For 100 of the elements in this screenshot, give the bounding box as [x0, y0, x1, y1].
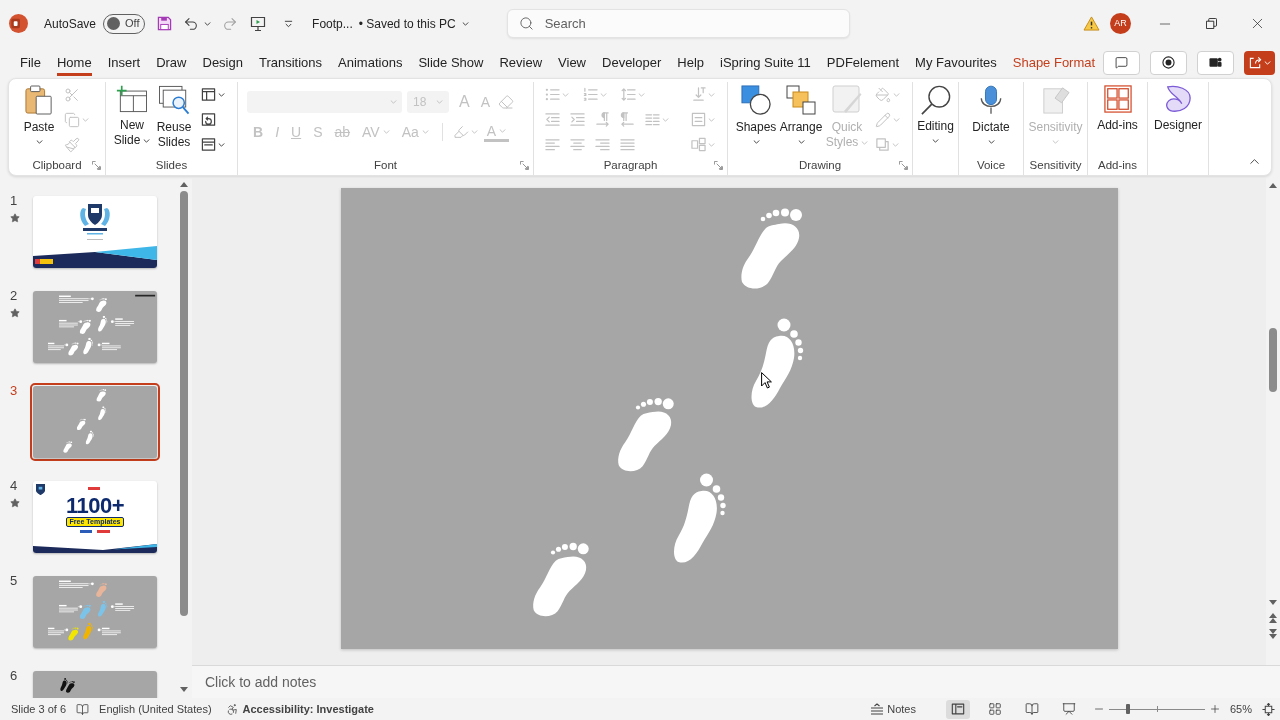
grid-icon: [987, 702, 1002, 716]
reuse-slides-button[interactable]: Reuse Slides: [153, 82, 195, 150]
share-button[interactable]: [1244, 50, 1276, 75]
shield-logo-icon: [36, 484, 45, 495]
user-avatar[interactable]: AR: [1110, 13, 1131, 34]
ribbon-tab[interactable]: Review: [499, 49, 543, 76]
caret-icon[interactable]: [987, 140, 995, 144]
previous-slide-icon[interactable]: [1269, 613, 1277, 623]
dictate-button[interactable]: Dictate: [968, 82, 1014, 144]
scroll-down-icon[interactable]: [1269, 600, 1277, 605]
caret-icon[interactable]: [204, 21, 212, 26]
dialog-launcher-icon[interactable]: [714, 161, 723, 170]
zoom-level[interactable]: 65%: [1229, 700, 1252, 718]
ribbon-tab[interactable]: Transitions: [258, 49, 323, 76]
editing-button[interactable]: Editing: [913, 82, 958, 143]
paste-button[interactable]: Paste: [19, 82, 59, 144]
restore-icon[interactable]: [1205, 18, 1217, 29]
search-icon: [920, 85, 951, 115]
designer-button[interactable]: Designer: [1151, 82, 1205, 133]
share-icon: [1248, 56, 1262, 69]
zoom-slider[interactable]: [1108, 703, 1205, 715]
fit-to-window-icon[interactable]: [1262, 702, 1275, 716]
ribbon-tab[interactable]: Slide Show: [418, 49, 484, 76]
ribbon-tab[interactable]: Draw: [156, 49, 187, 76]
layout-icon[interactable]: [201, 87, 216, 102]
present-in-teams-button[interactable]: [1197, 50, 1235, 75]
redo-icon[interactable]: [222, 15, 239, 32]
scroll-up-icon[interactable]: [1269, 183, 1277, 188]
dialog-launcher-icon[interactable]: [92, 161, 101, 170]
present-icon[interactable]: [250, 15, 267, 32]
slide-thumbnail[interactable]: [30, 573, 160, 651]
designer-icon: [1164, 85, 1192, 113]
warning-icon[interactable]: [1083, 16, 1100, 31]
save-icon[interactable]: [157, 16, 173, 31]
scroll-up-icon[interactable]: [180, 182, 188, 187]
dialog-launcher-icon[interactable]: [899, 161, 908, 170]
notes-icon: [870, 703, 885, 715]
scroll-down-icon[interactable]: [180, 687, 188, 692]
notes-button[interactable]: Notes: [866, 699, 920, 719]
reset-icon[interactable]: [201, 112, 216, 127]
customize-toolbar-icon[interactable]: [284, 19, 294, 28]
language[interactable]: English (United States): [99, 700, 212, 718]
ribbon-tab[interactable]: Animations: [338, 49, 403, 76]
slide-thumbnail[interactable]: [30, 288, 160, 366]
ribbon-tab[interactable]: Home: [56, 49, 92, 76]
reuse-slides-icon: [158, 85, 190, 115]
caret-icon[interactable]: [752, 140, 760, 144]
comments-button[interactable]: [1103, 50, 1141, 75]
dialog-launcher-icon[interactable]: [520, 161, 529, 170]
ribbon-tab[interactable]: Shape Format: [1012, 49, 1096, 76]
scrollbar-thumb[interactable]: [1269, 328, 1277, 392]
ribbon-tab[interactable]: View: [558, 49, 586, 76]
group-label: Font: [374, 157, 397, 173]
ribbon-tab[interactable]: File: [20, 49, 41, 76]
autosave-label: AutoSave: [44, 15, 97, 33]
document-name: Footp...: [312, 15, 353, 33]
comment-icon: [1115, 56, 1129, 69]
caret-icon[interactable]: [797, 140, 805, 144]
zoom-in-icon[interactable]: [1208, 703, 1221, 715]
ribbon-tab[interactable]: PDFelement: [826, 49, 900, 76]
slide-thumbnail[interactable]: [30, 383, 160, 461]
normal-view-button[interactable]: [945, 699, 970, 719]
sensitivity-label-icon: [1041, 85, 1070, 115]
caret-icon[interactable]: [218, 142, 225, 147]
search-icon: [518, 16, 534, 31]
ribbon-tab[interactable]: Insert: [107, 49, 141, 76]
caret-icon[interactable]: [932, 139, 939, 143]
app-logo-icon[interactable]: [9, 14, 28, 33]
record-button[interactable]: [1150, 50, 1188, 75]
arrange-button[interactable]: Arrange: [778, 82, 824, 144]
next-slide-icon[interactable]: [1269, 629, 1277, 639]
accessibility-status[interactable]: Accessibility: Investigate: [242, 700, 374, 718]
group-label: Sensitivity: [1029, 157, 1082, 173]
new-slide-button[interactable]: New Slide: [111, 82, 153, 148]
slide-number: 3: [10, 383, 19, 399]
ribbon-tab[interactable]: My Favourites: [915, 49, 997, 76]
spell-check-book-icon[interactable]: [76, 702, 90, 716]
shapes-button[interactable]: Shapes: [734, 82, 778, 144]
zoom-slider-thumb[interactable]: [1126, 704, 1131, 714]
ribbon-tab[interactable]: iSpring Suite 11: [720, 49, 811, 76]
search-field[interactable]: Search: [506, 9, 850, 38]
presentation-icon: [1061, 702, 1076, 716]
save-status: • Saved to this PC: [358, 15, 456, 33]
scrollbar-thumb[interactable]: [180, 191, 188, 616]
accessibility-icon[interactable]: [225, 702, 239, 716]
ribbon-tab[interactable]: Help: [677, 49, 705, 76]
caret-icon[interactable]: [461, 21, 469, 26]
slide-number: 2: [10, 288, 19, 304]
caret-icon[interactable]: [218, 92, 225, 97]
section-icon[interactable]: [201, 137, 216, 152]
group-label: Clipboard: [32, 157, 82, 173]
add-ins-button[interactable]: Add-ins: [1093, 82, 1142, 133]
ribbon-tab[interactable]: Developer: [602, 49, 662, 76]
undo-icon[interactable]: [183, 15, 200, 32]
caret-icon[interactable]: [35, 140, 43, 144]
ribbon-tab[interactable]: Design: [202, 49, 243, 76]
normal-view-icon: [950, 702, 965, 716]
caret-icon[interactable]: [143, 138, 151, 143]
slide-number: 5: [10, 573, 19, 589]
microphone-icon: [979, 85, 1003, 115]
